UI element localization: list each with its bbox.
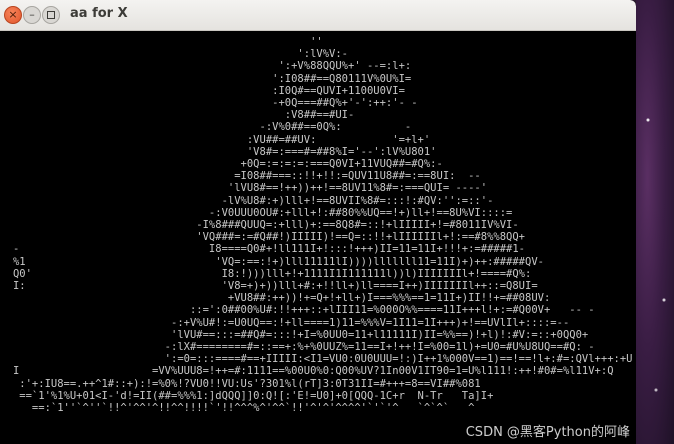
watermark: CSDN @黑客Python的阿峰 xyxy=(465,425,630,440)
ascii-art-line: '' xyxy=(310,36,323,48)
ascii-art-line: -:V0UUU0OU#:+lll+!:##80%%UQ==!+)ll+!==8U… xyxy=(208,206,513,219)
ascii-art-line: =I08##===::!!+!!:=QUV11U8##=:==8UI: -- xyxy=(234,170,481,183)
ascii-art-line: +VU8##:++))!+=Q+!+ll+)I===%%%==1=11I+)II… xyxy=(227,292,551,305)
ascii-art-line: :V8##==#UI- xyxy=(284,109,355,122)
ascii-art-line: I: 'V8=+)+))lll+#:+!!ll+)ll====I++)IIIII… xyxy=(12,280,538,293)
ascii-art-line: -:+V%U#!:=U0UQ==:!+ll====1)11=%%%V=1I11=… xyxy=(171,316,570,329)
ascii-art-line: :'+:IU8==.++^1#::+):!=%0%!?VU0!!VU:Us'?3… xyxy=(19,377,481,390)
maximize-icon xyxy=(47,11,55,19)
ascii-art-line: -I%8###QUUQ=:+lll)+:==8Q8#=::!+lIIIII+!=… xyxy=(196,219,519,232)
ascii-art-line: 'lVU8#==!++))++!==8UV11%8#=:===QUI= ----… xyxy=(227,182,488,195)
ascii-art-line: Q0' I8:!)))lll+!+1111I1I111111l))l)IIIII… xyxy=(12,267,532,280)
ascii-art-line: ==`1'%1%U+01<I-'d!=II(##=%%%1:]dQQQ]]0:Q… xyxy=(19,389,494,402)
minimize-icon: – xyxy=(29,8,35,21)
ascii-art-line: ':=0=:::====#==+IIIII:<I1=VU0:0U0UUU=!:)… xyxy=(164,353,633,366)
maximize-button[interactable] xyxy=(42,6,60,24)
ascii-art-render: '' ':lV%V:- ':+V%88QQU%+' --=:l+: ':I08#… xyxy=(0,36,633,415)
ascii-art-line: 'V8#=:===#=##8%I='--':lV%U801' xyxy=(246,145,437,158)
ascii-art-line: ::=':0##00%U#:!!+++::+lIII11=%000O%%====… xyxy=(189,304,595,317)
ascii-art-line: :I0Q#==QUVI+1100U0VI= xyxy=(272,84,405,97)
minimize-button[interactable]: – xyxy=(23,6,41,24)
close-icon: × xyxy=(8,8,18,21)
ascii-art-line: ==:`1''`^''`!!^'^^'^!!^^!!!!`'!!^^^%^'^^… xyxy=(31,402,475,415)
desktop-background xyxy=(636,0,674,444)
close-button[interactable]: × xyxy=(4,6,22,24)
ascii-art-line: ':+V%88QQU%+' --=:l+: xyxy=(278,60,412,73)
terminal-window[interactable]: × – aa for X '' ':lV%V:- ':+V%88QQU%+' -… xyxy=(0,0,636,444)
ascii-art-line: 'lVU#==:::=##Q#=:::!+I=%0UU0=11+l11111I)… xyxy=(171,328,589,341)
ascii-art-line: -lV%U8#:+)lll+!==8UVII%8#=:::!:#QV:'':=:… xyxy=(221,194,494,207)
title-bar[interactable]: × – aa for X xyxy=(0,0,636,31)
ascii-art-line: ':I08##==Q80111V%0U%I= xyxy=(272,72,412,85)
ascii-art-line: - I8====Q0#+!ll111I+!:::!+++)II=11=11I+!… xyxy=(12,243,526,256)
ascii-art-line: 'VQ###=:=#Q##!)IIIII)!==Q=::!!+lIIIIIIl+… xyxy=(196,231,526,244)
ascii-art-line: -:lX#========#=::==+:%+%0UUZ%=11==I+!++!… xyxy=(164,341,595,354)
ascii-art-line: I =VV%UUU8=!++=#:1111==%00U0%0:Q00%UV?1I… xyxy=(12,365,614,378)
ascii-art-line: -+0Q===##Q%+'-':++:'- - xyxy=(272,97,418,110)
ascii-art-line: %1 'VQ=:==:!+)lll11111lI))))lllllll11=11… xyxy=(12,255,544,268)
ascii-art-line: +0Q=:=:=:=:===Q0VI+11VUQ##=#Q%:- xyxy=(240,158,443,171)
ascii-art-line: ':lV%V:- xyxy=(297,48,349,61)
ascii-art-line: -:V%0##==0Q%: - xyxy=(259,121,412,134)
window-title: aa for X xyxy=(70,6,128,21)
ascii-art-line: :VU##=##UV: '=+l+' xyxy=(246,133,431,146)
